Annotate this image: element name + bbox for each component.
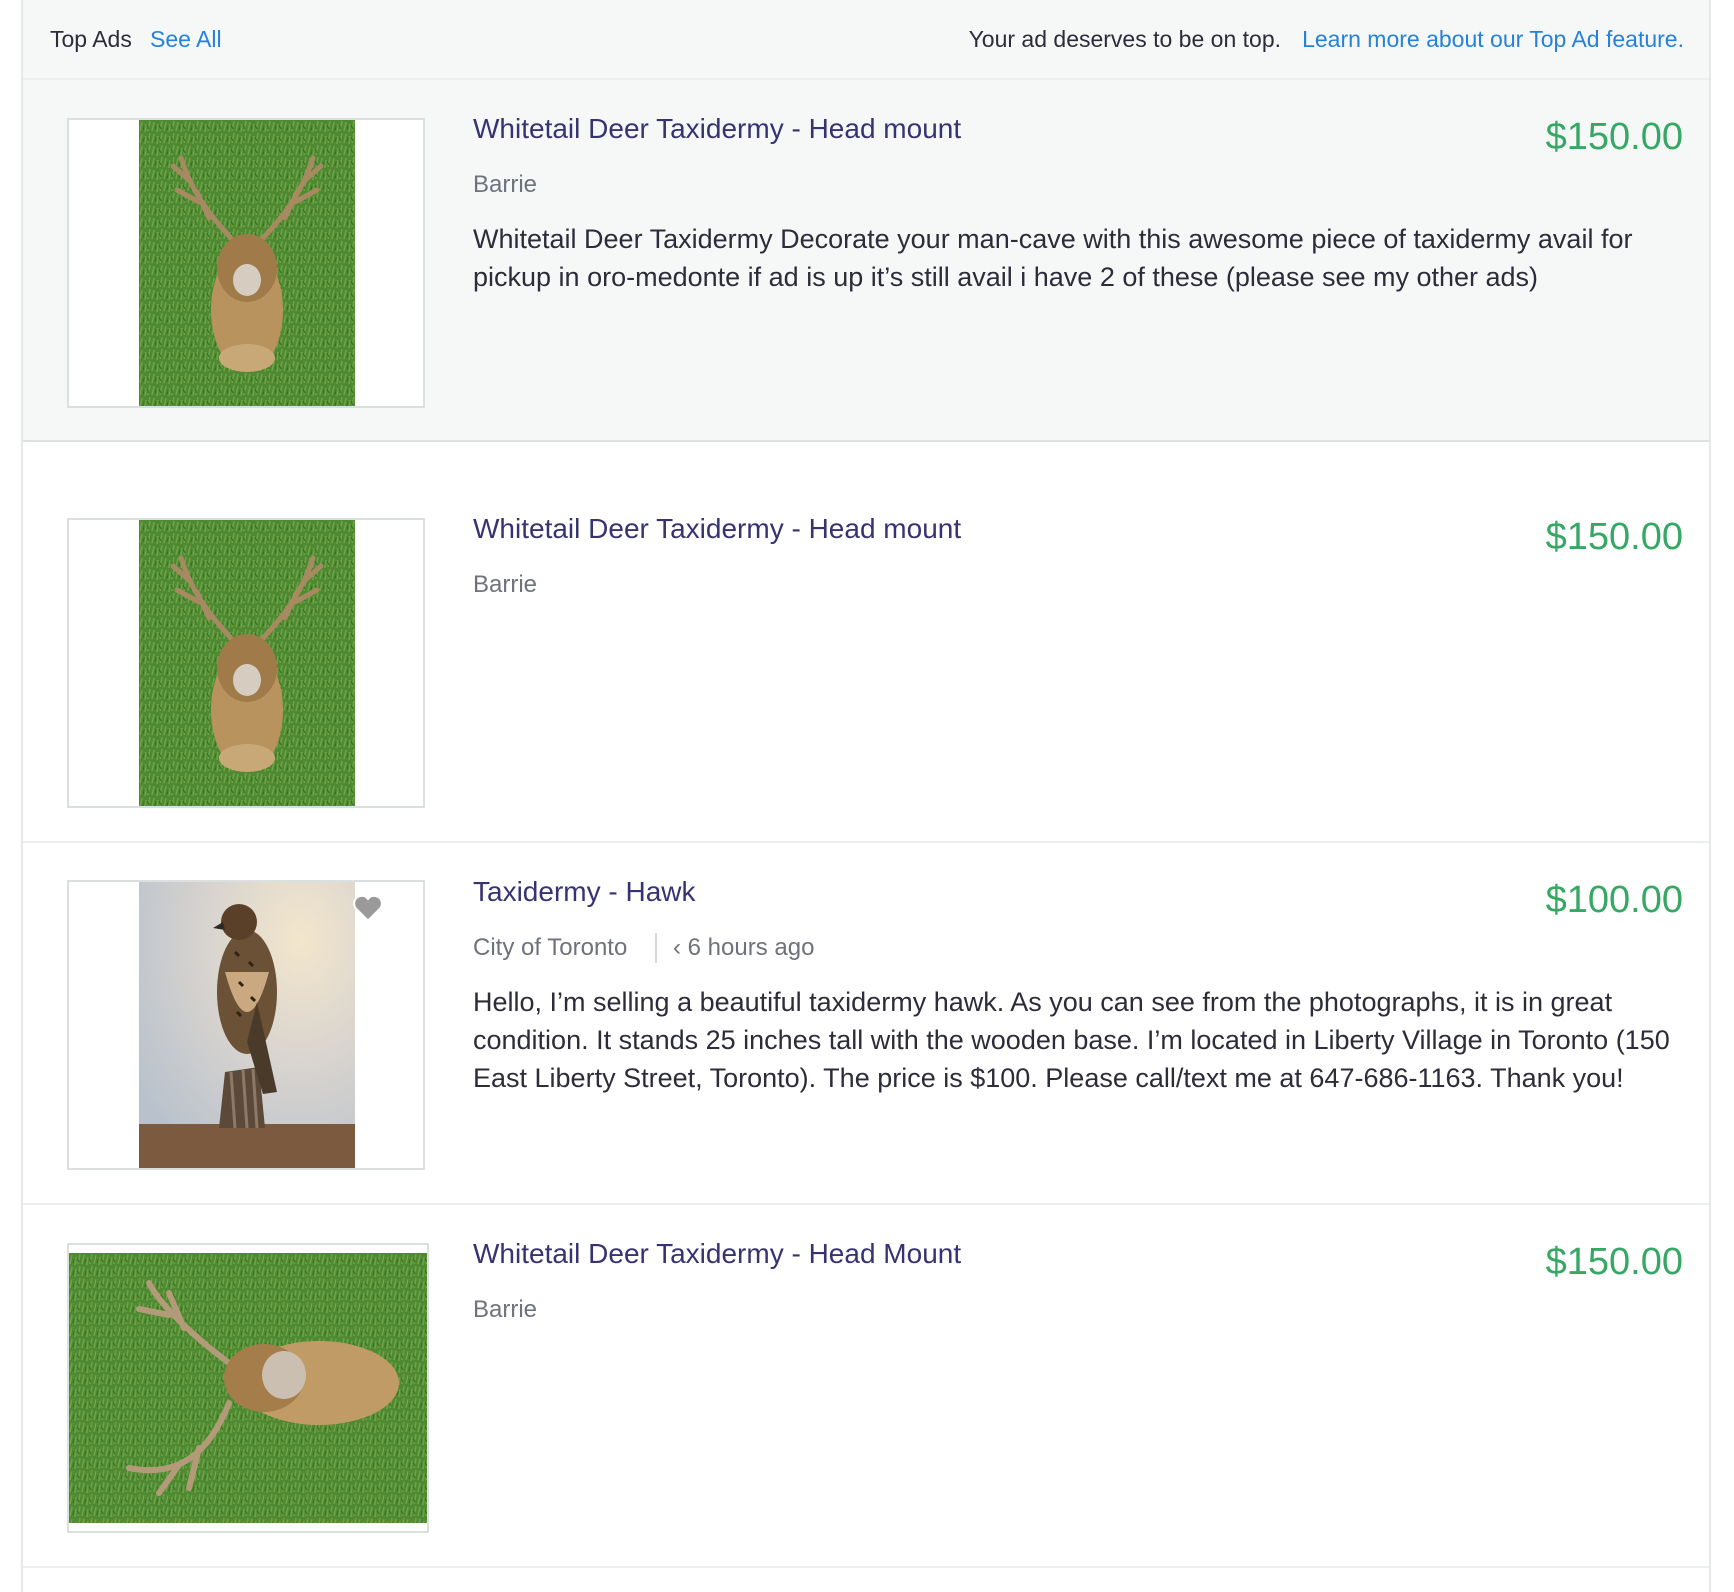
listing-card[interactable]: Taxidermy - Hawk $100.00 City of Toronto… <box>23 843 1709 1205</box>
listing-location: Barrie <box>473 571 538 598</box>
learn-more-top-ad-link[interactable]: Learn more about our Top Ad feature. <box>1302 24 1684 54</box>
listing-thumbnail[interactable] <box>67 518 425 808</box>
listing-title-link[interactable]: Taxidermy - Hawk <box>473 875 695 909</box>
listing-thumbnail[interactable] <box>67 1243 429 1533</box>
listing-thumbnail[interactable] <box>67 118 425 408</box>
posted-time: ‹ 6 hours ago <box>673 934 815 961</box>
listing-price: $150.00 <box>1545 516 1683 558</box>
listing-title-link[interactable]: Whitetail Deer Taxidermy - Head mount <box>473 112 961 146</box>
listing-results-column: Top Ads See All Your ad deserves to be o… <box>21 0 1711 1592</box>
listing-location: City of Toronto <box>473 934 628 961</box>
listing-price: $100.00 <box>1545 879 1683 921</box>
hawk-taxidermy-photo <box>139 882 355 1168</box>
see-all-link[interactable]: See All <box>150 24 222 54</box>
listing-location: Barrie <box>473 171 538 198</box>
listing-thumbnail[interactable] <box>67 880 425 1170</box>
deer-head-mount-side-photo <box>69 1253 427 1523</box>
deer-head-mount-photo <box>139 520 355 806</box>
listing-title-link[interactable]: Whitetail Deer Taxidermy - Head mount <box>473 512 961 546</box>
listing-card[interactable]: Whitetail Deer Taxidermy - Head mount $1… <box>23 480 1709 843</box>
listing-card[interactable]: Whitetail Deer Taxidermy - Head Mount $1… <box>23 1205 1709 1568</box>
heart-icon[interactable] <box>351 892 385 922</box>
top-ads-header: Top Ads See All Your ad deserves to be o… <box>23 0 1709 80</box>
meta-divider <box>655 933 657 963</box>
listing-title-link[interactable]: Whitetail Deer Taxidermy - Head Mount <box>473 1237 961 1271</box>
deer-head-mount-photo <box>139 120 355 406</box>
listing-description: Hello, I’m selling a beautiful taxidermy… <box>473 987 1670 1093</box>
top-ad-promo-text: Your ad deserves to be on top. <box>968 26 1281 52</box>
top-ads-label: Top Ads <box>50 26 132 52</box>
listing-location: Barrie <box>473 1296 538 1323</box>
listing-card-top-ad[interactable]: Whitetail Deer Taxidermy - Head mount $1… <box>23 80 1709 442</box>
listing-price: $150.00 <box>1545 1241 1683 1283</box>
listing-description: Whitetail Deer Taxidermy Decorate your m… <box>473 224 1633 292</box>
listing-price: $150.00 <box>1545 116 1683 158</box>
page: Top Ads See All Your ad deserves to be o… <box>0 0 1734 1592</box>
